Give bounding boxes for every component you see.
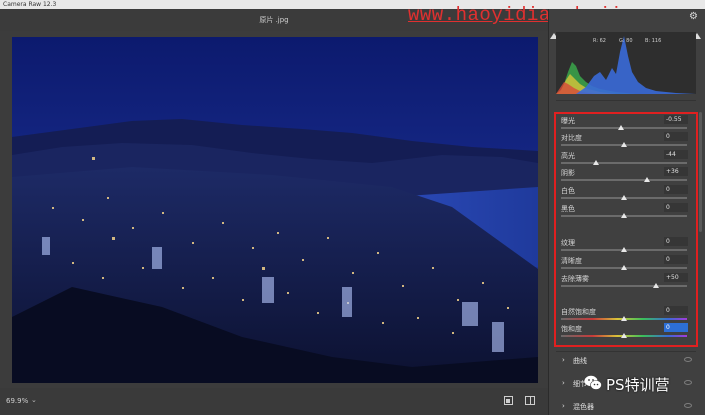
- slider-value-field[interactable]: +36: [664, 167, 688, 176]
- slider-label: 阴影: [561, 169, 575, 177]
- histogram-green-readout: G: 80: [619, 38, 633, 44]
- preview-image[interactable]: [12, 37, 538, 383]
- slider-value-field[interactable]: 0: [664, 185, 688, 194]
- slider-thumb[interactable]: [621, 333, 627, 338]
- window-title: Camera Raw 12.3: [3, 1, 57, 8]
- slider-label: 曝光: [561, 117, 575, 125]
- slider-label: 对比度: [561, 134, 582, 142]
- brand-text: PS特训营: [606, 376, 670, 394]
- slider-label: 去除薄雾: [561, 275, 589, 283]
- slider-value-field[interactable]: 0: [664, 306, 688, 315]
- histogram-blue-readout: B: 116: [645, 38, 662, 44]
- section-title: 混色器: [573, 403, 594, 411]
- panel-divider: [556, 351, 696, 352]
- slider-thumb[interactable]: [618, 125, 625, 130]
- slider-thumb[interactable]: [621, 265, 627, 270]
- slider-track[interactable]: [561, 162, 687, 164]
- slider-thumb[interactable]: [643, 177, 650, 182]
- slider-label: 饱和度: [561, 325, 582, 333]
- slider-value-field[interactable]: +50: [664, 273, 688, 282]
- slider-label: 清晰度: [561, 257, 582, 265]
- eye-icon[interactable]: [684, 357, 692, 362]
- slider-thumb[interactable]: [621, 316, 627, 321]
- slider-value-field[interactable]: -44: [664, 150, 688, 159]
- status-bar: 69.9% ⌄: [0, 388, 548, 415]
- slider-value-field[interactable]: 0: [664, 203, 688, 212]
- chevron-right-icon: ›: [562, 379, 565, 387]
- night-city-photo: [12, 37, 538, 383]
- section-title: 曲线: [573, 357, 587, 365]
- chevron-right-icon: ›: [562, 402, 565, 410]
- slider-thumb[interactable]: [621, 247, 627, 252]
- eye-icon[interactable]: [684, 403, 692, 408]
- section-color-mixer[interactable]: › 混色器: [556, 399, 696, 415]
- section-curves[interactable]: › 曲线: [556, 353, 696, 369]
- slider-value-field[interactable]: 0: [664, 237, 688, 246]
- slider-thumb[interactable]: [593, 160, 600, 165]
- slider-track[interactable]: [561, 179, 687, 181]
- slider-value-field[interactable]: 0: [664, 323, 688, 332]
- slider-thumb[interactable]: [621, 142, 627, 147]
- camera-raw-window: Camera Raw 12.3 原片 .jpg www.haoyidianshe…: [0, 0, 705, 415]
- chevron-right-icon: ›: [562, 356, 565, 364]
- slider-label: 自然饱和度: [561, 308, 596, 316]
- view-mode-icon[interactable]: [504, 396, 513, 405]
- slider-thumb[interactable]: [621, 195, 627, 200]
- panel-scrollbar[interactable]: [699, 112, 702, 232]
- brand-badge: PS特训营: [584, 373, 694, 395]
- slider-track[interactable]: [561, 285, 687, 287]
- wechat-icon: [584, 375, 602, 390]
- slider-value-field[interactable]: -0.55: [664, 115, 688, 124]
- histogram-red-readout: R: 62: [593, 38, 606, 44]
- slider-thumb[interactable]: [652, 283, 659, 288]
- slider-label: 高光: [561, 152, 575, 160]
- chevron-down-icon[interactable]: ⌄: [31, 396, 37, 404]
- slider-label: 黑色: [561, 205, 575, 213]
- slider-thumb[interactable]: [621, 213, 627, 218]
- slider-value-field[interactable]: 0: [664, 132, 688, 141]
- before-after-icon[interactable]: [525, 396, 535, 405]
- slider-label: 纹理: [561, 239, 575, 247]
- zoom-level[interactable]: 69.9%: [6, 397, 28, 405]
- gear-icon[interactable]: ⚙: [689, 11, 698, 22]
- panel-divider: [556, 100, 696, 101]
- slider-value-field[interactable]: 0: [664, 255, 688, 264]
- slider-label: 白色: [561, 187, 575, 195]
